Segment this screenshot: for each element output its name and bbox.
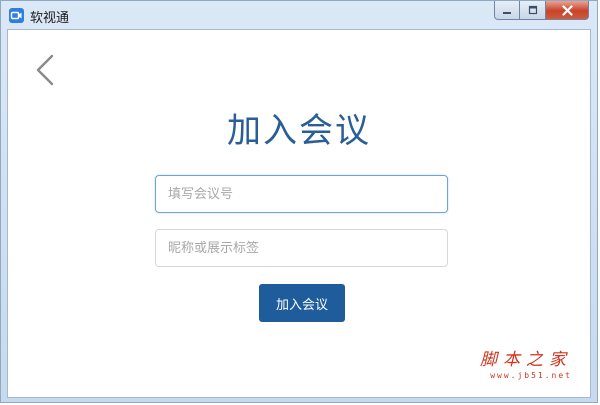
watermark-name: 脚本之家 <box>480 350 572 370</box>
app-window: 软视通 加入会议 填写会议号 昵称或展示标签 加入会议 脚本之家 www.jb5… <box>0 0 598 403</box>
page-title: 加入会议 <box>227 111 371 151</box>
back-button[interactable] <box>30 50 60 90</box>
minimize-button[interactable] <box>494 1 520 20</box>
maximize-icon <box>528 5 537 15</box>
watermark: 脚本之家 www.jb51.net <box>480 345 572 380</box>
join-meeting-panel: 加入会议 加入会议 脚本之家 www.jb51.net <box>7 29 591 398</box>
video-camera-icon <box>9 8 24 23</box>
meeting-id-input[interactable] <box>155 175 448 213</box>
nickname-input[interactable] <box>155 229 448 267</box>
close-icon <box>561 4 573 16</box>
maximize-button[interactable] <box>520 1 546 20</box>
window-controls <box>494 1 589 21</box>
title-bar[interactable]: 软视通 <box>1 1 597 29</box>
minimize-icon <box>503 12 511 14</box>
chevron-left-icon <box>36 54 54 86</box>
window-title: 软视通 <box>30 11 70 26</box>
watermark-url: www.jb51.net <box>490 371 572 380</box>
join-meeting-button[interactable]: 加入会议 <box>259 284 345 322</box>
close-button[interactable] <box>546 1 589 20</box>
